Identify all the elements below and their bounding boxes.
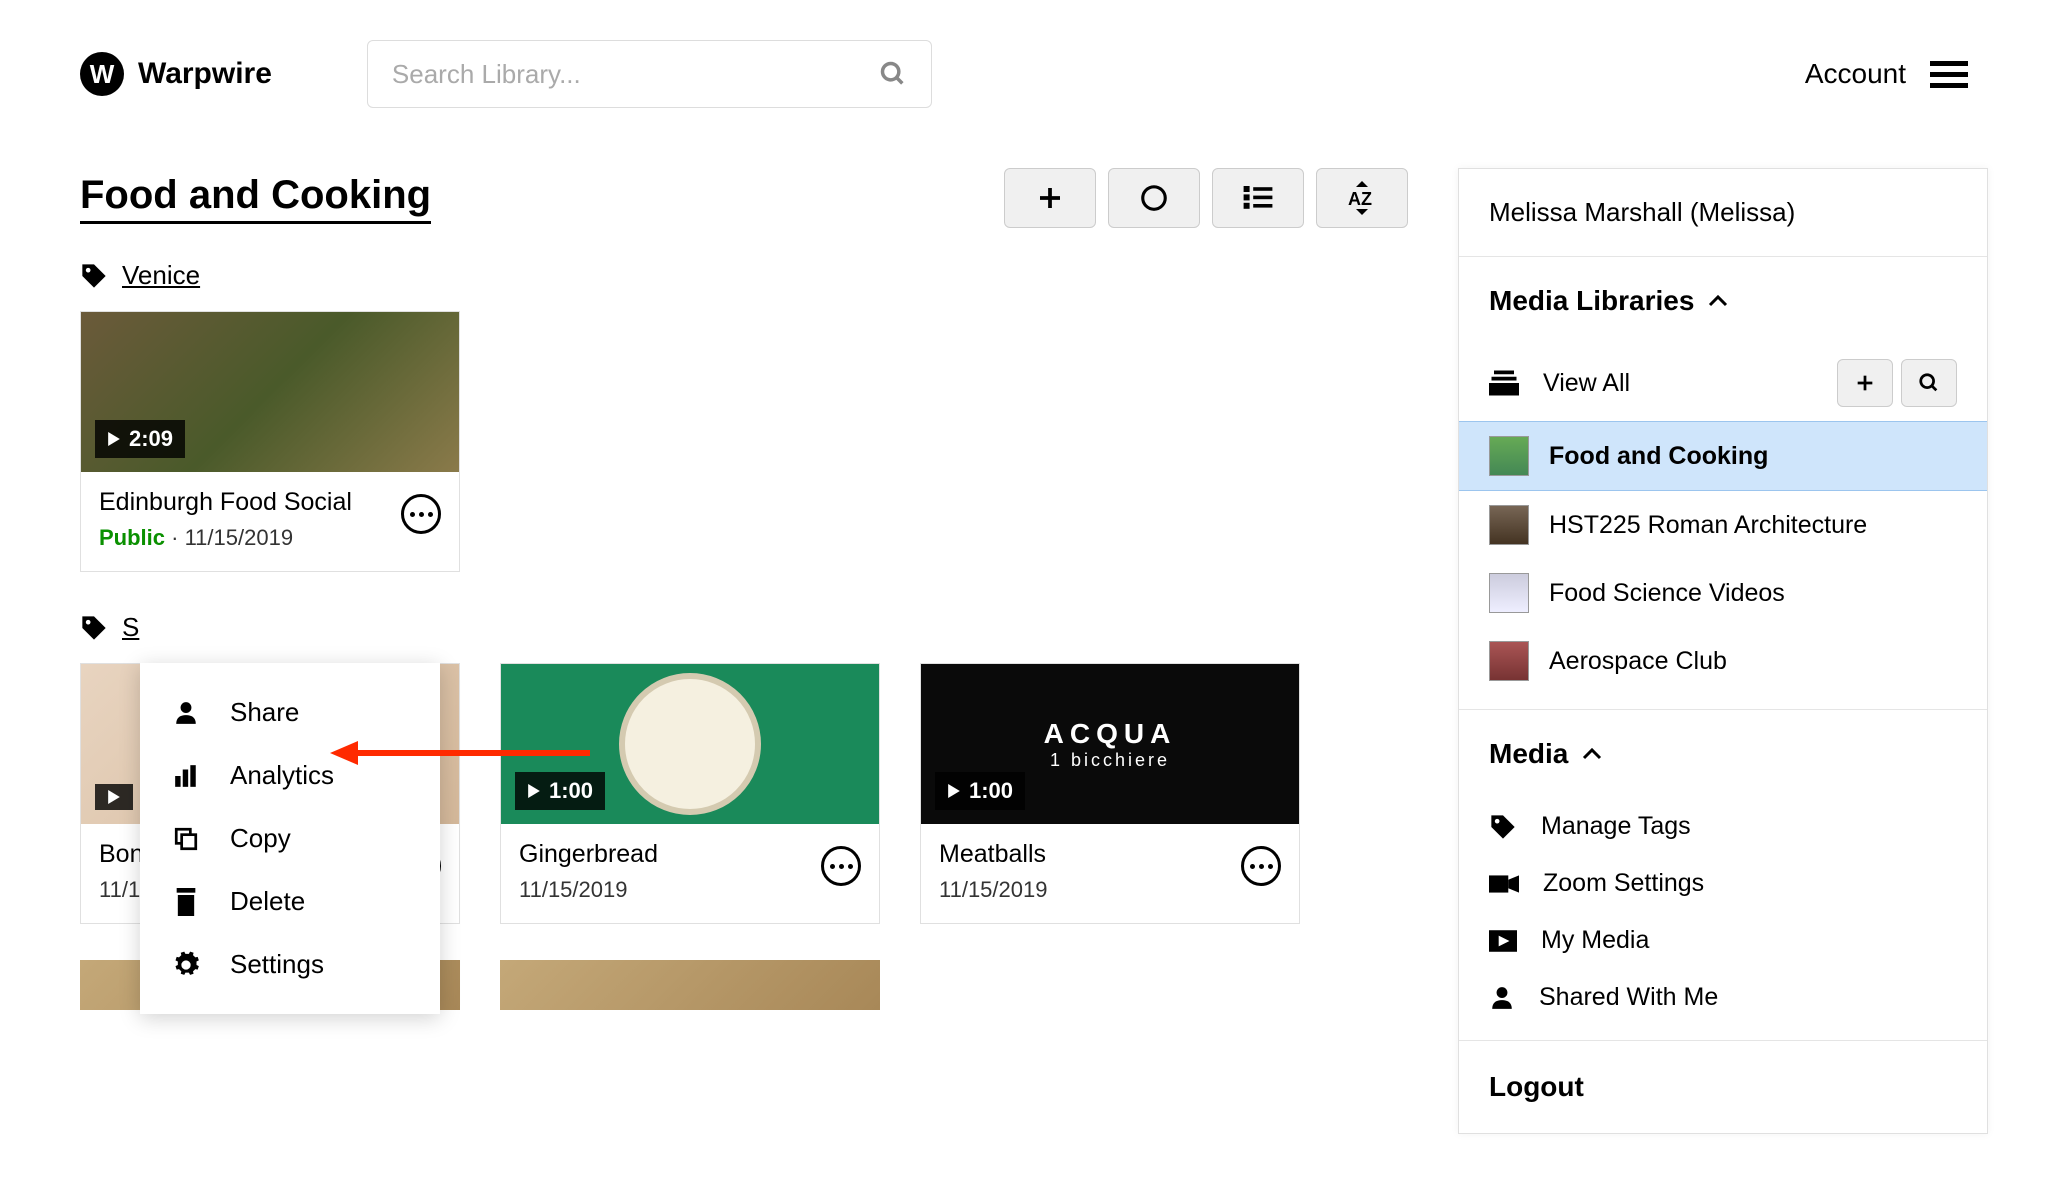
library-item-food-cooking[interactable]: Food and Cooking <box>1459 421 1987 491</box>
library-header: Food and Cooking AZ <box>80 168 1408 228</box>
plus-icon <box>1035 183 1065 213</box>
annotation-arrow <box>330 733 590 773</box>
toolbar: AZ <box>1004 168 1408 228</box>
main: Food and Cooking AZ Venice <box>0 138 2048 1134</box>
tag-filter[interactable]: Venice <box>80 260 1408 291</box>
card-title: Gingerbread <box>519 840 821 869</box>
card-meta: Public · 11/15/2019 <box>99 525 401 551</box>
context-menu: Share Analytics Copy Delete <box>140 663 440 1014</box>
add-library-button[interactable] <box>1837 359 1893 407</box>
search-box[interactable] <box>367 40 932 108</box>
library-title: Food and Cooking <box>80 173 431 224</box>
manage-tags[interactable]: Manage Tags <box>1459 798 1987 855</box>
video-card[interactable]: 1:00 Gingerbread 11/15/2019 <box>500 663 880 924</box>
warpwire-logo-icon: W <box>80 52 124 96</box>
tag-icon <box>80 614 108 642</box>
brand-logo[interactable]: W Warpwire <box>80 52 272 96</box>
library-item-hst225[interactable]: HST225 Roman Architecture <box>1459 491 1987 559</box>
search-input[interactable] <box>392 59 879 90</box>
duration-badge: 1:00 <box>935 772 1025 810</box>
card-thumbnail <box>500 960 880 1010</box>
video-card[interactable]: ACQUA 1 bicchiere 1:00 Meatballs 11/15/2… <box>920 663 1300 924</box>
duration-badge: 2:09 <box>95 420 185 458</box>
more-options-button[interactable] <box>1241 846 1281 886</box>
chevron-up-icon <box>1582 747 1602 761</box>
brand-name: Warpwire <box>138 57 272 91</box>
sort-button[interactable]: AZ <box>1316 168 1408 228</box>
chevron-up-icon <box>1708 294 1728 308</box>
content-area: Food and Cooking AZ Venice <box>80 168 1408 1134</box>
play-icon <box>527 784 541 798</box>
library-item-food-science[interactable]: Food Science Videos <box>1459 559 1987 627</box>
my-media[interactable]: My Media <box>1459 912 1987 969</box>
zoom-settings[interactable]: Zoom Settings <box>1459 855 1987 912</box>
media-header[interactable]: Media <box>1459 709 1987 798</box>
gear-icon <box>172 951 200 979</box>
header-right: Account <box>1805 58 1968 90</box>
section-2: S Share Analytics Copy <box>80 612 1408 1010</box>
tag-label: Venice <box>122 260 200 291</box>
trash-icon <box>174 888 198 916</box>
ctx-delete[interactable]: Delete <box>140 870 440 933</box>
stack-icon <box>1489 370 1519 396</box>
card-thumbnail: ACQUA 1 bicchiere 1:00 <box>921 664 1299 824</box>
play-icon <box>107 790 121 804</box>
duration-badge <box>95 784 133 810</box>
person-icon <box>1489 985 1515 1011</box>
camera-icon <box>1489 873 1519 895</box>
logout[interactable]: Logout <box>1459 1040 1987 1133</box>
sidebar-user: Melissa Marshall (Melissa) <box>1459 169 1987 256</box>
search-library-button[interactable] <box>1901 359 1957 407</box>
tag-icon <box>1489 813 1517 841</box>
card-title: Meatballs <box>939 840 1241 869</box>
person-icon <box>173 700 199 726</box>
plus-icon <box>1854 372 1876 394</box>
tag-label: S <box>122 612 139 643</box>
card-date: 11/15/2019 <box>939 877 1241 903</box>
search-icon <box>1918 372 1940 394</box>
copy-icon <box>173 826 199 852</box>
tag-icon <box>80 262 108 290</box>
shared-with-me[interactable]: Shared With Me <box>1459 969 1987 1026</box>
list-view-button[interactable] <box>1212 168 1304 228</box>
video-card[interactable]: 2:09 Edinburgh Food Social Public · 11/1… <box>80 311 460 572</box>
play-icon <box>947 784 961 798</box>
search-icon <box>879 60 907 88</box>
ctx-settings[interactable]: Settings <box>140 933 440 996</box>
more-options-button[interactable] <box>401 494 441 534</box>
view-all-row[interactable]: View All <box>1459 345 1987 421</box>
more-options-button[interactable] <box>821 846 861 886</box>
chart-icon <box>173 763 199 789</box>
library-item-aerospace[interactable]: Aerospace Club <box>1459 627 1987 695</box>
card-row-1: 2:09 Edinburgh Food Social Public · 11/1… <box>80 311 1408 572</box>
add-button[interactable] <box>1004 168 1096 228</box>
sort-az-icon: AZ <box>1344 181 1380 215</box>
list-icon <box>1243 186 1273 210</box>
svg-text:AZ: AZ <box>1348 189 1372 209</box>
media-libraries-header[interactable]: Media Libraries <box>1459 256 1987 345</box>
card-title: Edinburgh Food Social <box>99 488 401 517</box>
card-row-2: Share Analytics Copy Delete <box>80 663 1408 924</box>
ctx-copy[interactable]: Copy <box>140 807 440 870</box>
duration-badge: 1:00 <box>515 772 605 810</box>
card-thumbnail: 2:09 <box>81 312 459 472</box>
sidebar: Melissa Marshall (Melissa) Media Librari… <box>1458 168 1988 1134</box>
account-link[interactable]: Account <box>1805 58 1906 90</box>
video-card[interactable] <box>500 960 880 1010</box>
card-date: 11/15/2019 <box>519 877 821 903</box>
tag-filter-2[interactable]: S <box>80 612 1408 643</box>
play-box-icon <box>1489 930 1517 952</box>
record-button[interactable] <box>1108 168 1200 228</box>
header: W Warpwire Account <box>0 0 2048 138</box>
play-icon <box>107 432 121 446</box>
menu-icon[interactable] <box>1930 61 1968 88</box>
circle-icon <box>1139 183 1169 213</box>
